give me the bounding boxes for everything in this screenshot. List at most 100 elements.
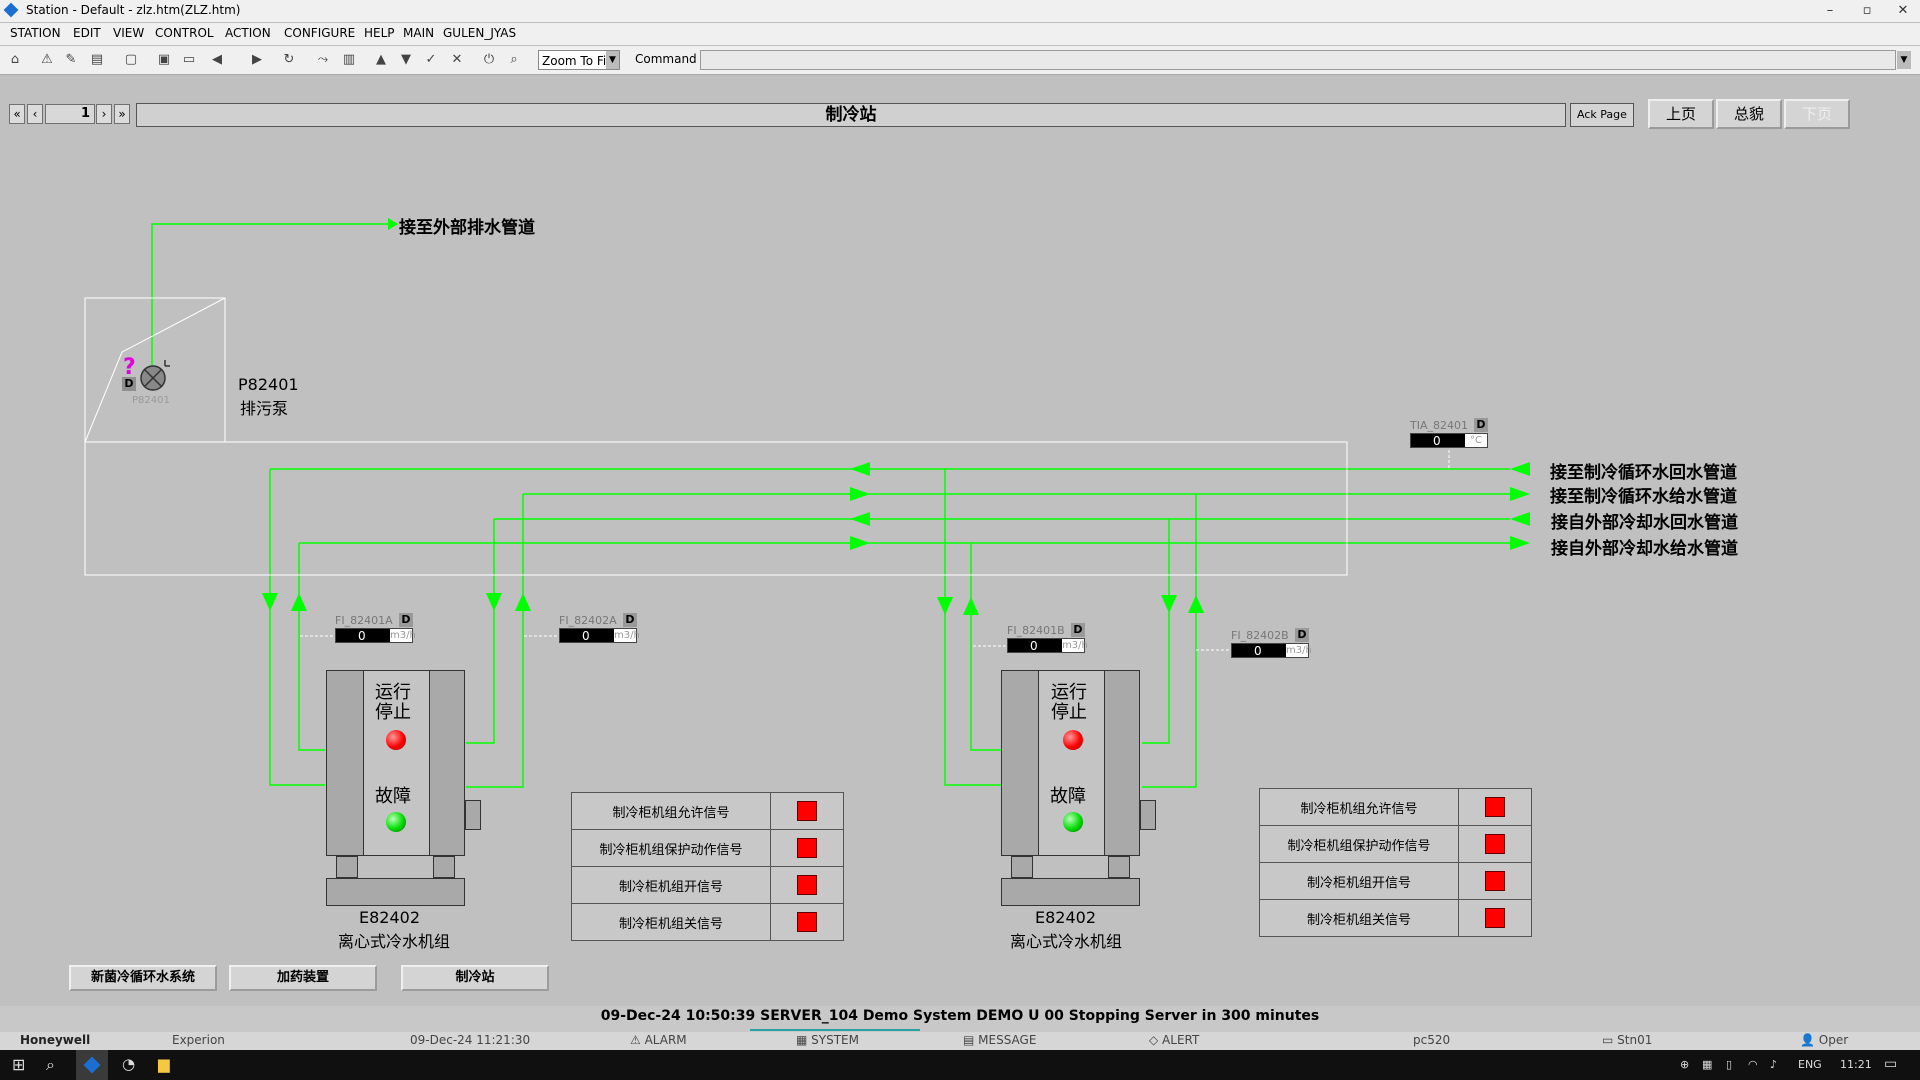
chiller-b-stop-label: 停止 bbox=[1051, 702, 1087, 723]
chiller-a-name: 离心式冷水机组 bbox=[338, 932, 451, 951]
signal-status-indicator bbox=[797, 875, 817, 895]
battery-icon[interactable]: ▯ bbox=[1726, 1058, 1732, 1071]
signal-status-indicator bbox=[797, 801, 817, 821]
table-row: 制冷柜机组开信号 bbox=[571, 866, 844, 904]
search-icon[interactable]: ⌕ bbox=[46, 1055, 55, 1075]
message-icon: ▤ bbox=[963, 1033, 979, 1047]
table-row: 制冷柜机组开信号 bbox=[1259, 862, 1532, 900]
indicator-d-badge: D bbox=[1295, 628, 1309, 642]
arrow-left-icon bbox=[1510, 512, 1530, 526]
status-datetime: 09-Dec-24 11:21:30 bbox=[410, 1033, 531, 1047]
signal-name: 制冷柜机组允许信号 bbox=[1259, 788, 1459, 826]
table-row: 制冷柜机组允许信号 bbox=[1259, 788, 1532, 826]
alert-icon: ◇ bbox=[1149, 1033, 1163, 1047]
arrow-right-icon bbox=[388, 218, 398, 230]
signal-name: 制冷柜机组保护动作信号 bbox=[1259, 825, 1459, 863]
signal-table-a: 制冷柜机组允许信号 制冷柜机组保护动作信号 制冷柜机组开信号 制冷柜机组关信号 bbox=[571, 792, 844, 941]
alarm-icon: ⚠ bbox=[630, 1033, 645, 1047]
fi-82401b-indicator[interactable]: FI_82401B D 0 m3/h bbox=[1007, 623, 1088, 654]
signal-status-indicator bbox=[1485, 908, 1505, 928]
chiller-a-leg bbox=[336, 856, 358, 878]
arrow-up-icon bbox=[515, 593, 531, 611]
chiller-a-base bbox=[326, 878, 465, 906]
pump-small-tag: P82401 bbox=[132, 395, 170, 406]
pipe-label-3: 接自外部冷却水回水管道 bbox=[1551, 513, 1738, 533]
fi-82402a-indicator[interactable]: FI_82402A D 0 m3/h bbox=[559, 613, 640, 644]
pump-question-mark: ? bbox=[123, 355, 136, 380]
indicator-tag: FI_82402B bbox=[1231, 629, 1289, 642]
alarm-tab-label: ALARM bbox=[644, 1033, 687, 1047]
volume-icon[interactable]: ♪ bbox=[1770, 1058, 1777, 1071]
system-tab-label: SYSTEM bbox=[811, 1033, 859, 1047]
wifi-icon[interactable]: ◠ bbox=[1748, 1058, 1758, 1071]
fi-82402b-indicator[interactable]: FI_82402B D 0 m3/h bbox=[1231, 628, 1312, 659]
notification-icon[interactable]: ▭ bbox=[1884, 1056, 1897, 1072]
indicator-tag: FI_82401B bbox=[1007, 624, 1065, 637]
windows-start-icon[interactable]: ⊞ bbox=[12, 1055, 25, 1074]
signal-table-b: 制冷柜机组允许信号 制冷柜机组保护动作信号 制冷柜机组开信号 制冷柜机组关信号 bbox=[1259, 788, 1532, 937]
signal-status-indicator bbox=[1485, 797, 1505, 817]
dosing-device-button[interactable]: 加药装置 bbox=[229, 965, 377, 991]
station-name: ▭ Stn01 bbox=[1602, 1033, 1652, 1047]
indicator-value: 0 bbox=[1254, 644, 1262, 658]
arrow-left-icon bbox=[1510, 462, 1530, 476]
chiller-b-fault-lamp bbox=[1063, 812, 1083, 832]
tia-82401-indicator[interactable]: TIA_82401 D 0 °C bbox=[1410, 418, 1488, 449]
station-task-button[interactable] bbox=[76, 1050, 108, 1080]
arrow-down-icon bbox=[937, 597, 953, 615]
arrow-up-icon bbox=[291, 593, 307, 611]
signal-status-indicator bbox=[1485, 834, 1505, 854]
monitor-icon: ▭ bbox=[1602, 1033, 1618, 1047]
chiller-a-pipe-1 bbox=[269, 469, 325, 786]
drain-pipe-label: 接至外部排水管道 bbox=[399, 218, 535, 238]
chiller-b-leg bbox=[1011, 856, 1033, 878]
folder-icon[interactable]: ▆ bbox=[158, 1055, 170, 1073]
chiller-a-stop-label: 停止 bbox=[375, 702, 411, 723]
chiller-a-side-box bbox=[465, 800, 481, 830]
arrow-down-icon bbox=[1161, 595, 1177, 613]
station-app-icon bbox=[83, 1056, 101, 1074]
indicator-tag: FI_82402A bbox=[559, 614, 617, 627]
indicator-unit: m3/h bbox=[1286, 644, 1312, 657]
refrigeration-station-button[interactable]: 制冷站 bbox=[401, 965, 549, 991]
chiller-a-tag: E82402 bbox=[359, 908, 421, 927]
network-icon[interactable]: ⊕ bbox=[1680, 1058, 1689, 1071]
chiller-a-fault-label: 故障 bbox=[375, 786, 411, 807]
language-indicator[interactable]: ENG bbox=[1798, 1058, 1822, 1071]
chiller-b-tag: E82402 bbox=[1035, 908, 1097, 927]
pipe-label-1: 接至制冷循环水回水管道 bbox=[1550, 463, 1737, 483]
cooling-water-system-button[interactable]: 新菌冷循环水系统 bbox=[69, 965, 217, 991]
alarm-tab[interactable]: ⚠ ALARM bbox=[630, 1033, 687, 1047]
alarm-line[interactable]: 09-Dec-24 10:50:39 SERVER_104 Demo Syste… bbox=[0, 1006, 1920, 1026]
chiller-a-leg bbox=[433, 856, 455, 878]
user-name: 👤 Oper bbox=[1800, 1033, 1848, 1047]
signal-status-indicator bbox=[797, 838, 817, 858]
signal-name: 制冷柜机组开信号 bbox=[571, 866, 771, 904]
chiller-b-side-box bbox=[1140, 800, 1156, 830]
clock[interactable]: 11:21 bbox=[1840, 1058, 1872, 1071]
system-tab[interactable]: ▦ SYSTEM bbox=[796, 1033, 859, 1047]
indicator-value: 0 bbox=[1433, 434, 1441, 448]
indicator-d-badge: D bbox=[399, 613, 413, 627]
indicator-value: 0 bbox=[582, 629, 590, 643]
arrow-right-icon bbox=[1510, 487, 1530, 501]
signal-name: 制冷柜机组关信号 bbox=[571, 903, 771, 941]
pipe-label-2: 接至制冷循环水给水管道 bbox=[1550, 487, 1737, 507]
keyboard-icon[interactable]: ▦ bbox=[1702, 1058, 1712, 1071]
chiller-a-pipe-2 bbox=[298, 543, 325, 751]
header-frame bbox=[84, 441, 1348, 576]
indicator-d-badge: D bbox=[1474, 418, 1488, 432]
signal-name: 制冷柜机组允许信号 bbox=[571, 792, 771, 830]
indicator-value: 0 bbox=[358, 629, 366, 643]
alert-tab[interactable]: ◇ ALERT bbox=[1149, 1033, 1199, 1047]
arrow-left-icon bbox=[850, 512, 870, 526]
table-row: 制冷柜机组关信号 bbox=[1259, 899, 1532, 937]
system-tab-underline bbox=[750, 1029, 920, 1031]
browser-icon[interactable]: ◔ bbox=[122, 1055, 135, 1073]
message-tab[interactable]: ▤ MESSAGE bbox=[963, 1033, 1036, 1047]
arrow-down-icon bbox=[486, 593, 502, 611]
arrow-down-icon bbox=[262, 593, 278, 611]
fi-82401a-indicator[interactable]: FI_82401A D 0 m3/h bbox=[335, 613, 416, 644]
alert-tab-label: ALERT bbox=[1162, 1033, 1200, 1047]
signal-status-indicator bbox=[797, 912, 817, 932]
